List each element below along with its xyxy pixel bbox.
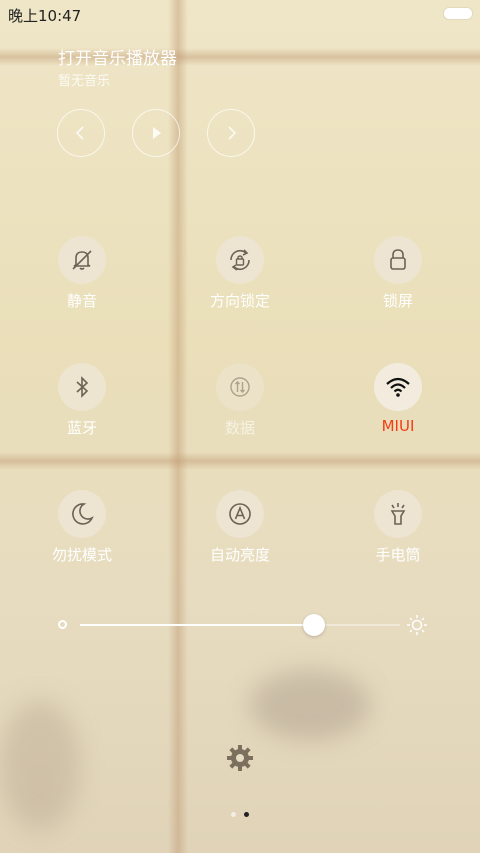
tile-label: MIUI	[381, 417, 415, 435]
background-blur	[0, 700, 80, 830]
tile-circle	[58, 490, 106, 538]
brightness-thumb[interactable]	[302, 614, 325, 636]
brightness-fill	[80, 624, 314, 626]
tile-circle	[58, 363, 106, 411]
toggle-bluetooth[interactable]: 蓝牙	[27, 363, 137, 455]
rotation-lock-icon	[230, 249, 250, 271]
page-indicator	[231, 812, 249, 817]
chevron-right-icon	[228, 126, 237, 140]
play-button[interactable]	[132, 109, 180, 157]
tile-circle	[216, 363, 264, 411]
wifi-icon	[386, 377, 410, 397]
play-icon	[153, 127, 161, 139]
toggle-auto-brightness[interactable]: 自动亮度	[185, 490, 295, 582]
background-blur	[250, 670, 370, 740]
toggle-rotation-lock[interactable]: 方向锁定	[185, 236, 295, 328]
tile-label: 蓝牙	[66, 419, 97, 437]
toggle-mute[interactable]: 静音	[27, 236, 137, 328]
music-status: 暂无音乐	[58, 74, 111, 89]
page-dot	[231, 812, 236, 817]
tile-circle	[58, 236, 106, 284]
tile-circle	[374, 490, 422, 538]
status-bar: 晚上10:47	[0, 0, 480, 28]
battery-icon	[444, 8, 472, 19]
brightness-track[interactable]	[80, 614, 400, 636]
music-player-title[interactable]: 打开音乐播放器	[58, 44, 177, 69]
toggle-do-not-disturb[interactable]: 勿扰模式	[27, 490, 137, 582]
toggle-lock-screen[interactable]: 锁屏	[343, 236, 453, 328]
toggle-mobile-data[interactable]: 数据	[185, 363, 295, 455]
tile-circle	[216, 236, 264, 284]
data-transfer-icon	[230, 377, 250, 397]
moon-icon	[72, 503, 94, 525]
tile-label: 勿扰模式	[51, 546, 112, 564]
next-button[interactable]	[207, 109, 255, 157]
tile-label: 手电筒	[375, 546, 421, 564]
tile-label: 数据	[224, 419, 255, 437]
brightness-slider[interactable]	[56, 608, 428, 642]
status-time: 晚上10:47	[8, 7, 82, 25]
flashlight-icon	[390, 503, 406, 525]
tile-label: 方向锁定	[209, 292, 270, 310]
page-dot-active	[244, 812, 249, 817]
tile-label: 静音	[66, 292, 97, 310]
toggle-flashlight[interactable]: 手电筒	[343, 490, 453, 582]
tile-label: 自动亮度	[209, 546, 270, 564]
toggle-wifi[interactable]: MIUI	[343, 363, 453, 455]
previous-button[interactable]	[57, 109, 105, 157]
chevron-left-icon	[75, 126, 84, 140]
lock-icon	[390, 249, 406, 270]
auto-brightness-icon	[229, 503, 251, 525]
gear-icon[interactable]	[224, 742, 256, 774]
brightness-high-icon	[407, 615, 427, 635]
bell-off-icon	[72, 250, 92, 270]
tile-circle	[374, 236, 422, 284]
tile-label: 锁屏	[382, 292, 413, 310]
brightness-low-icon	[58, 620, 67, 629]
tile-circle	[216, 490, 264, 538]
bluetooth-icon	[76, 376, 89, 398]
tile-circle	[374, 363, 422, 411]
